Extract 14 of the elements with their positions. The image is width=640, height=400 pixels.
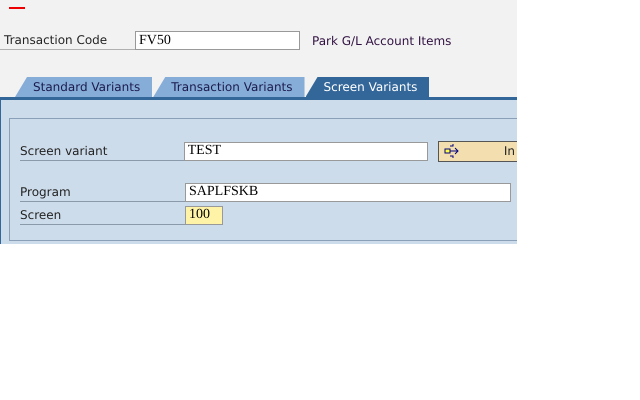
field-label: Screen	[20, 206, 185, 224]
transaction-description: Park G/L Account Items	[311, 32, 452, 50]
arrow-icon	[444, 143, 460, 159]
input-field[interactable]: SAPLFSKB	[185, 182, 511, 202]
field-label: Program	[20, 182, 185, 202]
status-mark	[9, 7, 25, 9]
execute-button[interactable]: In	[438, 140, 517, 162]
tab[interactable]: Screen Variants	[306, 77, 430, 97]
input-field[interactable]: 100	[185, 206, 223, 224]
tab[interactable]: Transaction Variants	[153, 77, 305, 97]
tab[interactable]: Standard Variants	[15, 77, 152, 97]
field-label: Screen variant	[20, 142, 184, 160]
input-field[interactable]: TEST	[184, 142, 428, 160]
transaction-code-field[interactable]: FV50	[135, 31, 300, 50]
